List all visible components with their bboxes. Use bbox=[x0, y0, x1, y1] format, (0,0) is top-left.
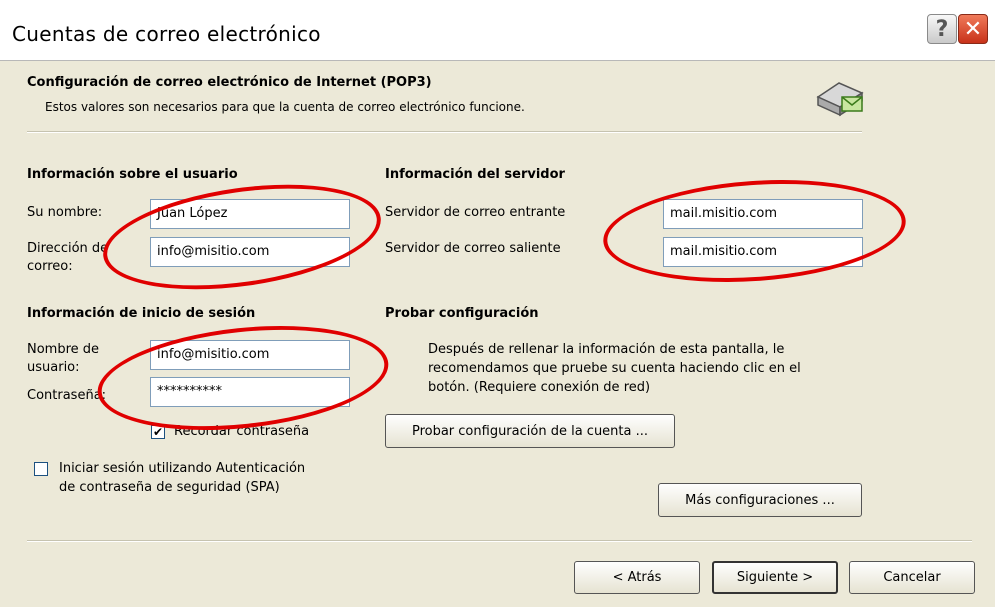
dialog-header: Configuración de correo electrónico de I… bbox=[0, 61, 995, 141]
remember-password-label[interactable]: Recordar contraseña bbox=[174, 423, 309, 441]
name-field[interactable]: Juan López bbox=[150, 199, 350, 229]
incoming-server-label: Servidor de correo entrante bbox=[385, 205, 566, 220]
next-button[interactable]: Siguiente > bbox=[712, 561, 838, 594]
server-info-heading: Información del servidor bbox=[385, 167, 565, 182]
test-account-button[interactable]: Probar configuración de la cuenta ... bbox=[385, 414, 675, 448]
outgoing-server-label: Servidor de correo saliente bbox=[385, 241, 561, 256]
spa-label-line1[interactable]: Iniciar sesión utilizando Autenticación bbox=[59, 460, 305, 478]
remember-password-checkbox[interactable]: ✔ bbox=[151, 425, 165, 439]
highlight-ellipse-server bbox=[599, 170, 910, 292]
back-button[interactable]: < Atrás bbox=[574, 561, 700, 594]
test-config-heading: Probar configuración bbox=[385, 306, 539, 321]
name-label: Su nombre: bbox=[27, 205, 103, 220]
more-settings-button[interactable]: Más configuraciones ... bbox=[658, 483, 862, 517]
email-label-line2: correo: bbox=[27, 259, 73, 274]
header-title: Configuración de correo electrónico de I… bbox=[27, 75, 432, 90]
username-label-line1: Nombre de bbox=[27, 342, 100, 357]
footer-separator bbox=[27, 540, 972, 542]
username-field[interactable]: info@misitio.com bbox=[150, 340, 350, 370]
header-description: Estos valores son necesarios para que la… bbox=[45, 100, 525, 114]
outgoing-server-field[interactable]: mail.misitio.com bbox=[663, 237, 863, 267]
cancel-button[interactable]: Cancelar bbox=[849, 561, 975, 594]
email-account-icon bbox=[816, 82, 864, 117]
test-config-text-line3: botón. (Requiere conexión de red) bbox=[428, 380, 651, 395]
user-info-heading: Información sobre el usuario bbox=[27, 167, 238, 182]
email-field[interactable]: info@misitio.com bbox=[150, 237, 350, 267]
window-title: Cuentas de correo electrónico bbox=[12, 22, 321, 46]
password-field[interactable]: ********** bbox=[150, 377, 350, 407]
close-button[interactable]: ✕ bbox=[958, 14, 988, 44]
username-label-line2: usuario: bbox=[27, 360, 80, 375]
spa-checkbox[interactable] bbox=[34, 462, 48, 476]
email-label-line1: Dirección de bbox=[27, 241, 109, 256]
login-info-heading: Información de inicio de sesión bbox=[27, 306, 256, 321]
spa-label-line2[interactable]: de contraseña de seguridad (SPA) bbox=[59, 479, 280, 497]
title-bar: Cuentas de correo electrónico ? ✕ bbox=[0, 0, 995, 61]
test-config-text-line2: recomendamos que pruebe su cuenta hacien… bbox=[428, 361, 801, 376]
test-config-text-line1: Después de rellenar la información de es… bbox=[428, 342, 785, 357]
incoming-server-field[interactable]: mail.misitio.com bbox=[663, 199, 863, 229]
header-separator bbox=[27, 131, 862, 133]
help-button[interactable]: ? bbox=[927, 14, 957, 44]
password-label: Contraseña: bbox=[27, 388, 107, 403]
